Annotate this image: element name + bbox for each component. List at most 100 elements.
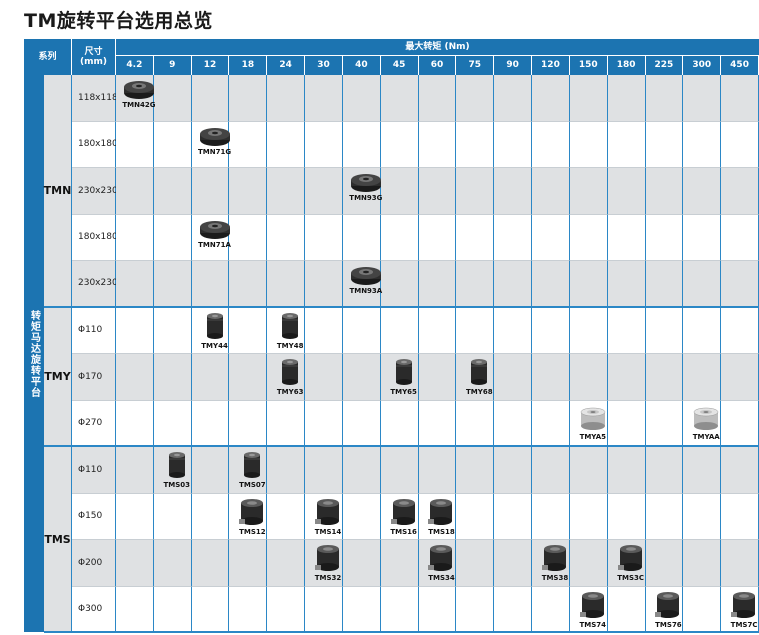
product-name: TMS76 [655,620,682,629]
table-cell [645,400,684,447]
table-cell [494,214,533,261]
table-cell [191,75,230,122]
rotary-motor-large-icon [579,591,604,618]
table-cell [607,307,646,354]
product-name: TMN71A [198,240,231,249]
table-cell [683,214,722,261]
product-item[interactable]: TMN71A [193,218,237,249]
table-cell [116,121,154,168]
product-item[interactable]: TMY65 [382,357,426,396]
table-cell [418,447,457,494]
table-cell [229,168,268,215]
table-cell [456,307,495,354]
table-cell [153,168,192,215]
table-cell [456,168,495,215]
size-label: Φ170 [72,354,116,401]
table-cell [342,586,381,633]
product-item[interactable]: TMYA5 [571,404,615,441]
table-cell [494,168,533,215]
product-item[interactable]: TMS34 [420,543,464,582]
product-name: TMS32 [314,574,342,582]
table-cell [305,168,343,215]
table-cell [569,75,608,122]
product-item[interactable]: TMS18 [420,497,464,536]
table-cell [683,75,722,122]
size-label: 180x180 [72,214,118,261]
torque-col-header: 12 [191,56,230,75]
table-cell [153,586,192,633]
rotary-motor-icon [471,359,488,385]
table-cell [683,121,722,168]
torque-col-header: 90 [494,56,533,75]
table-cell [456,121,495,168]
rotary-motor-large-icon [428,545,453,571]
table-cell [418,307,457,354]
table-cell [607,447,646,494]
product-item[interactable]: TMS07 [230,450,274,489]
product-item[interactable]: TMS3C [609,543,653,582]
table-cell [418,121,457,168]
size-label: 230x230 [72,261,118,308]
product-item[interactable]: TMYAA [684,404,728,441]
table-cell [229,261,268,308]
table-cell [116,354,154,401]
product-item[interactable]: TMY48 [268,311,312,350]
table-cell [645,493,684,540]
torque-col-header: 60 [418,56,457,75]
table-cell [683,354,722,401]
table-cell [683,261,722,308]
product-item[interactable]: TMN93A [344,264,388,295]
table-cell [721,261,759,308]
table-cell [532,493,570,540]
product-name: TMS74 [579,620,607,629]
table-cell [607,493,646,540]
table-cell [645,168,684,215]
table-cell [532,121,570,168]
table-cell [645,447,684,494]
table-cell [380,307,419,354]
group-label-tmy: TMY [44,307,72,447]
table-cell [116,168,154,215]
product-item[interactable]: TMY68 [457,357,501,396]
product-item[interactable]: TMN71G [193,125,237,156]
table-cell [267,261,306,308]
table-cell [305,261,343,308]
table-cell [191,540,230,587]
table-cell [153,121,192,168]
product-item[interactable]: TMN93G [344,171,388,202]
table-cell [418,400,457,447]
table-cell [191,493,230,540]
table-cell [267,400,306,447]
rotary-motor-large-icon [315,498,340,525]
rotary-motor-large-icon [541,545,566,571]
product-item[interactable]: TMS12 [230,497,274,536]
product-name: TMN42G [122,101,156,109]
product-item[interactable]: TMN42G [117,78,161,109]
table-cell [153,261,192,308]
product-item[interactable]: TMY44 [193,311,237,350]
rotary-motor-icon [168,452,185,478]
table-cell [418,261,457,308]
torque-col-header: 18 [229,56,268,75]
product-item[interactable]: TMY63 [268,357,312,396]
product-item[interactable]: TMS14 [306,497,350,536]
series-name: 转矩马达旋转平台 [28,309,40,398]
size-label: Φ200 [72,540,116,587]
table-cell [645,307,684,354]
product-item[interactable]: TMS32 [306,543,350,582]
rotary-table-flat-icon [350,267,381,285]
table-cell [267,586,306,633]
rotary-table-flat-icon [123,81,154,99]
product-item[interactable]: TMS76 [647,590,691,629]
table-cell [456,447,495,494]
product-item[interactable]: TMS38 [533,543,577,582]
product-item[interactable]: TMS03 [155,450,199,489]
product-item[interactable]: TMS7C [722,590,759,629]
size-label: 180x180 [72,121,118,168]
product-name: TMYA5 [579,432,606,441]
table-cell [721,354,759,401]
table-cell [532,307,570,354]
product-item[interactable]: TMS74 [571,590,615,629]
product-name: TMS18 [428,527,455,536]
table-cell [569,261,608,308]
